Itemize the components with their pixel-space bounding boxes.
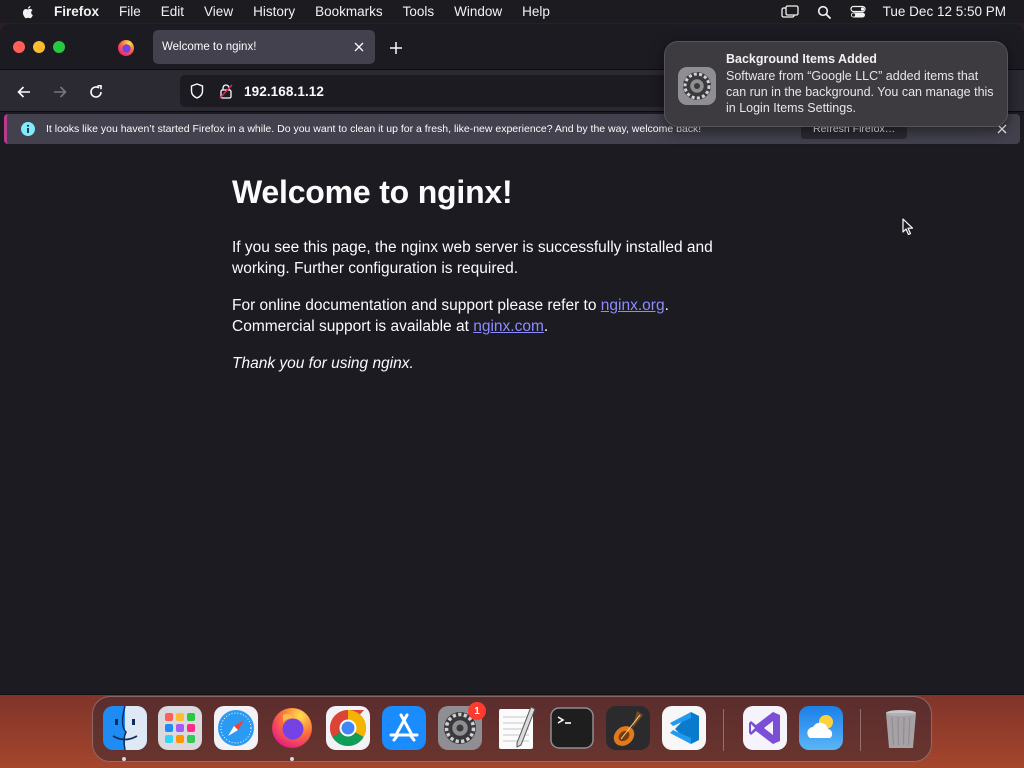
dock-finder-icon[interactable]: [101, 704, 149, 752]
firefox-running-indicator: [290, 757, 294, 761]
insecure-lock-icon[interactable]: [218, 83, 234, 99]
menu-bar: Firefox File Edit View History Bookmarks…: [0, 0, 1024, 23]
menu-history[interactable]: History: [253, 0, 295, 23]
menubar-clock[interactable]: Tue Dec 12 5:50 PM: [883, 4, 1006, 19]
commercial-period: .: [543, 318, 549, 335]
apple-logo-icon[interactable]: [20, 4, 36, 20]
back-arrow-icon[interactable]: [10, 78, 38, 106]
dock-google-chrome-icon[interactable]: [324, 704, 372, 752]
forward-arrow-icon[interactable]: [46, 78, 74, 106]
page-content: Welcome to nginx! If you see this page, …: [0, 150, 1024, 694]
page-title: Welcome to nginx!: [232, 174, 513, 210]
url-text[interactable]: 192.168.1.12: [244, 84, 324, 99]
dock-terminal-icon[interactable]: [548, 704, 596, 752]
new-tab-plus-icon[interactable]: [384, 36, 408, 60]
menu-help[interactable]: Help: [522, 0, 550, 23]
system-settings-gear-icon: [678, 67, 716, 105]
dock-garageband-icon[interactable]: [604, 704, 652, 752]
finder-running-indicator: [122, 757, 126, 761]
firefox-logo-icon: [118, 40, 134, 56]
tab-close-icon[interactable]: [347, 35, 371, 59]
docs-period: .: [664, 297, 669, 314]
address-bar[interactable]: 192.168.1.12: [180, 75, 670, 107]
menu-bookmarks[interactable]: Bookmarks: [315, 0, 383, 23]
nginx-org-link[interactable]: nginx.org: [601, 297, 665, 314]
mouse-pointer-icon: [902, 218, 914, 236]
window-close-button[interactable]: [13, 41, 25, 53]
dock-visual-studio-icon[interactable]: [741, 704, 789, 752]
spotlight-search-icon[interactable]: [815, 5, 833, 19]
thank-you-text: Thank you for using nginx.: [232, 355, 414, 372]
menu-app-firefox[interactable]: Firefox: [54, 0, 99, 23]
dock-firefox-icon[interactable]: [268, 704, 316, 752]
screen-mirroring-icon[interactable]: [781, 4, 799, 19]
system-settings-notification-badge: 1: [468, 702, 486, 720]
dock-safari-icon[interactable]: [212, 704, 260, 752]
dock: [92, 696, 932, 762]
dock-weather-icon[interactable]: [797, 704, 845, 752]
info-icon: [21, 122, 35, 136]
notification-body: Software from “Google LLC” added items t…: [726, 69, 994, 115]
background-items-notification[interactable]: Background Items Added Software from “Go…: [664, 41, 1008, 127]
menu-tools[interactable]: Tools: [403, 0, 435, 23]
control-center-icon[interactable]: [849, 5, 867, 19]
nginx-welcome-page: Welcome to nginx! If you see this page, …: [232, 174, 752, 390]
support-paragraph: For online documentation and support ple…: [232, 295, 752, 337]
commercial-text: Commercial support is available at: [232, 318, 474, 335]
tab-title: Welcome to nginx!: [162, 41, 257, 53]
dock-trash-icon[interactable]: [877, 704, 925, 752]
tracking-protection-shield-icon[interactable]: [189, 83, 205, 99]
notification-title: Background Items Added: [726, 52, 877, 66]
menu-view[interactable]: View: [204, 0, 233, 23]
dock-separator: [860, 709, 861, 751]
menu-edit[interactable]: Edit: [161, 0, 184, 23]
reload-icon[interactable]: [82, 78, 110, 106]
docs-text: For online documentation and support ple…: [232, 297, 601, 314]
menu-window[interactable]: Window: [454, 0, 502, 23]
nginx-com-link[interactable]: nginx.com: [473, 318, 544, 335]
tab-welcome-to-nginx[interactable]: Welcome to nginx!: [153, 30, 375, 64]
dock-visual-studio-code-icon[interactable]: [660, 704, 708, 752]
dock-launchpad-icon[interactable]: [156, 704, 204, 752]
window-minimize-button[interactable]: [33, 41, 45, 53]
dock-app-store-icon[interactable]: [380, 704, 428, 752]
dock-separator: [723, 709, 724, 751]
dock-textedit-icon[interactable]: [492, 704, 540, 752]
menubar-status-area: Tue Dec 12 5:50 PM: [765, 0, 1006, 23]
menu-file[interactable]: File: [119, 0, 141, 23]
intro-paragraph: If you see this page, the nginx web serv…: [232, 239, 713, 277]
pinned-tab-firefox[interactable]: [104, 30, 148, 66]
window-zoom-button[interactable]: [53, 41, 65, 53]
